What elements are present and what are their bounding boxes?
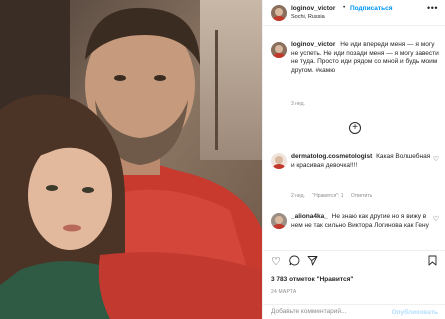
comment-input[interactable]: [271, 308, 401, 315]
heart-icon[interactable]: ♡: [271, 255, 281, 268]
separator-dot: •: [343, 4, 346, 11]
reply-button[interactable]: Ответить: [351, 193, 372, 199]
add-comment-bar: Опубликовать: [263, 304, 445, 319]
post-actions: ♡ 3 783 отметок "Нравится" 24 МАРТА: [263, 250, 445, 300]
follow-button[interactable]: Подписаться: [350, 5, 393, 12]
likes-count[interactable]: 3 783 отметок "Нравится": [271, 276, 353, 283]
location-link[interactable]: Sochi, Russia: [291, 14, 325, 20]
heart-icon[interactable]: ♡: [433, 155, 439, 163]
comment-icon[interactable]: [289, 255, 300, 269]
bookmark-icon[interactable]: [428, 255, 437, 269]
caption-text: loginov_victor Не иди впереди меня — я м…: [291, 41, 441, 75]
comment-text: _aliona4ka_ Не знаю как другие но я вижу…: [291, 213, 431, 230]
publish-button[interactable]: Опубликовать: [392, 309, 438, 316]
caption-username[interactable]: loginov_victor: [291, 41, 335, 48]
avatar[interactable]: [271, 5, 287, 21]
comment-meta: 2 нед. "Нравится": 1 Ответить: [291, 193, 378, 199]
avatar[interactable]: [271, 213, 287, 229]
avatar[interactable]: [271, 42, 287, 58]
caption-time[interactable]: 3 нед.: [291, 101, 305, 107]
comment-time: 2 нед.: [291, 193, 305, 199]
post-photo[interactable]: [0, 0, 262, 319]
heart-icon[interactable]: ♡: [433, 215, 439, 223]
post-details-panel: loginov_victor • Подписаться Sochi, Russ…: [262, 0, 445, 319]
author-username[interactable]: loginov_victor: [291, 5, 335, 12]
comment-text: dermatolog.cosmetologist Какая Волшебная…: [291, 153, 431, 170]
photo-image: [0, 0, 262, 319]
comment-username[interactable]: _aliona4ka_: [291, 213, 328, 220]
plus-circle-icon[interactable]: +: [349, 122, 361, 134]
share-icon[interactable]: [307, 255, 318, 269]
comment-likes[interactable]: "Нравится": 1: [312, 193, 343, 199]
post-date: 24 МАРТА: [271, 289, 297, 295]
more-dots-icon[interactable]: •••: [427, 3, 438, 13]
comment-username[interactable]: dermatolog.cosmetologist: [291, 153, 372, 160]
avatar[interactable]: [271, 153, 287, 169]
post-header: loginov_victor • Подписаться Sochi, Russ…: [263, 0, 445, 26]
